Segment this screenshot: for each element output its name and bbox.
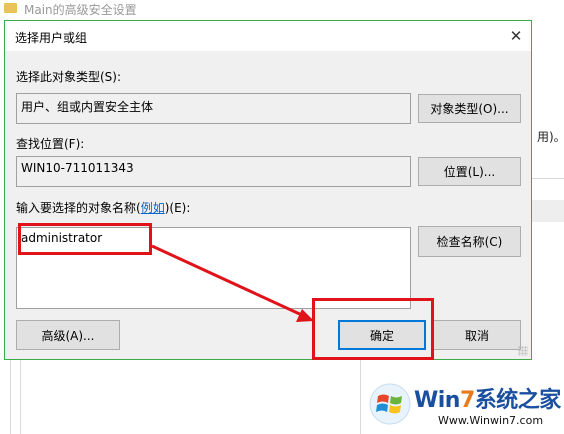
object-names-label: 输入要选择的对象名称(例如)(E):: [16, 201, 191, 215]
watermark-url: Www.Winwin7.com: [438, 414, 544, 427]
location-field: WIN10-711011343: [16, 156, 411, 187]
highlight-ok-button-box: [312, 298, 434, 360]
folder-icon: [4, 3, 17, 13]
resize-grip[interactable]: [518, 346, 528, 356]
close-icon[interactable]: ✕: [503, 23, 529, 49]
advanced-button[interactable]: 高级(A)...: [16, 320, 120, 350]
object-types-button[interactable]: 对象类型(O)...: [418, 94, 521, 123]
select-users-dialog: 选择用户或组 ✕ 选择此对象类型(S): 用户、组或内置安全主体 对象类型(O)…: [4, 20, 532, 360]
background-window-titlebar: Main的高级安全设置: [0, 0, 564, 20]
highlight-name-input-box: [18, 223, 152, 255]
watermark-brand: Win7系统之家: [414, 388, 561, 413]
dialog-title: 选择用户或组: [15, 31, 88, 45]
background-list-border: [360, 360, 361, 434]
background-window-text: 用)。: [537, 130, 564, 144]
windows-flag-logo: [369, 383, 411, 425]
cancel-button[interactable]: 取消: [433, 320, 521, 350]
object-type-label: 选择此对象类型(S):: [16, 70, 122, 84]
object-type-field: 用户、组或内置安全主体: [16, 93, 411, 124]
background-divider: [532, 178, 564, 179]
location-label: 查找位置(F):: [16, 137, 85, 151]
background-list-border: [20, 360, 21, 434]
watermark: Win7系统之家 Www.Winwin7.com: [364, 378, 562, 432]
background-list-border: [10, 360, 11, 434]
locations-button[interactable]: 位置(L)...: [418, 157, 521, 186]
examples-link[interactable]: 例如: [141, 201, 165, 215]
dialog-titlebar: 选择用户或组 ✕: [5, 21, 531, 51]
background-panel: [532, 200, 564, 222]
check-names-button[interactable]: 检查名称(C): [418, 226, 521, 257]
background-window-title: Main的高级安全设置: [24, 3, 137, 17]
